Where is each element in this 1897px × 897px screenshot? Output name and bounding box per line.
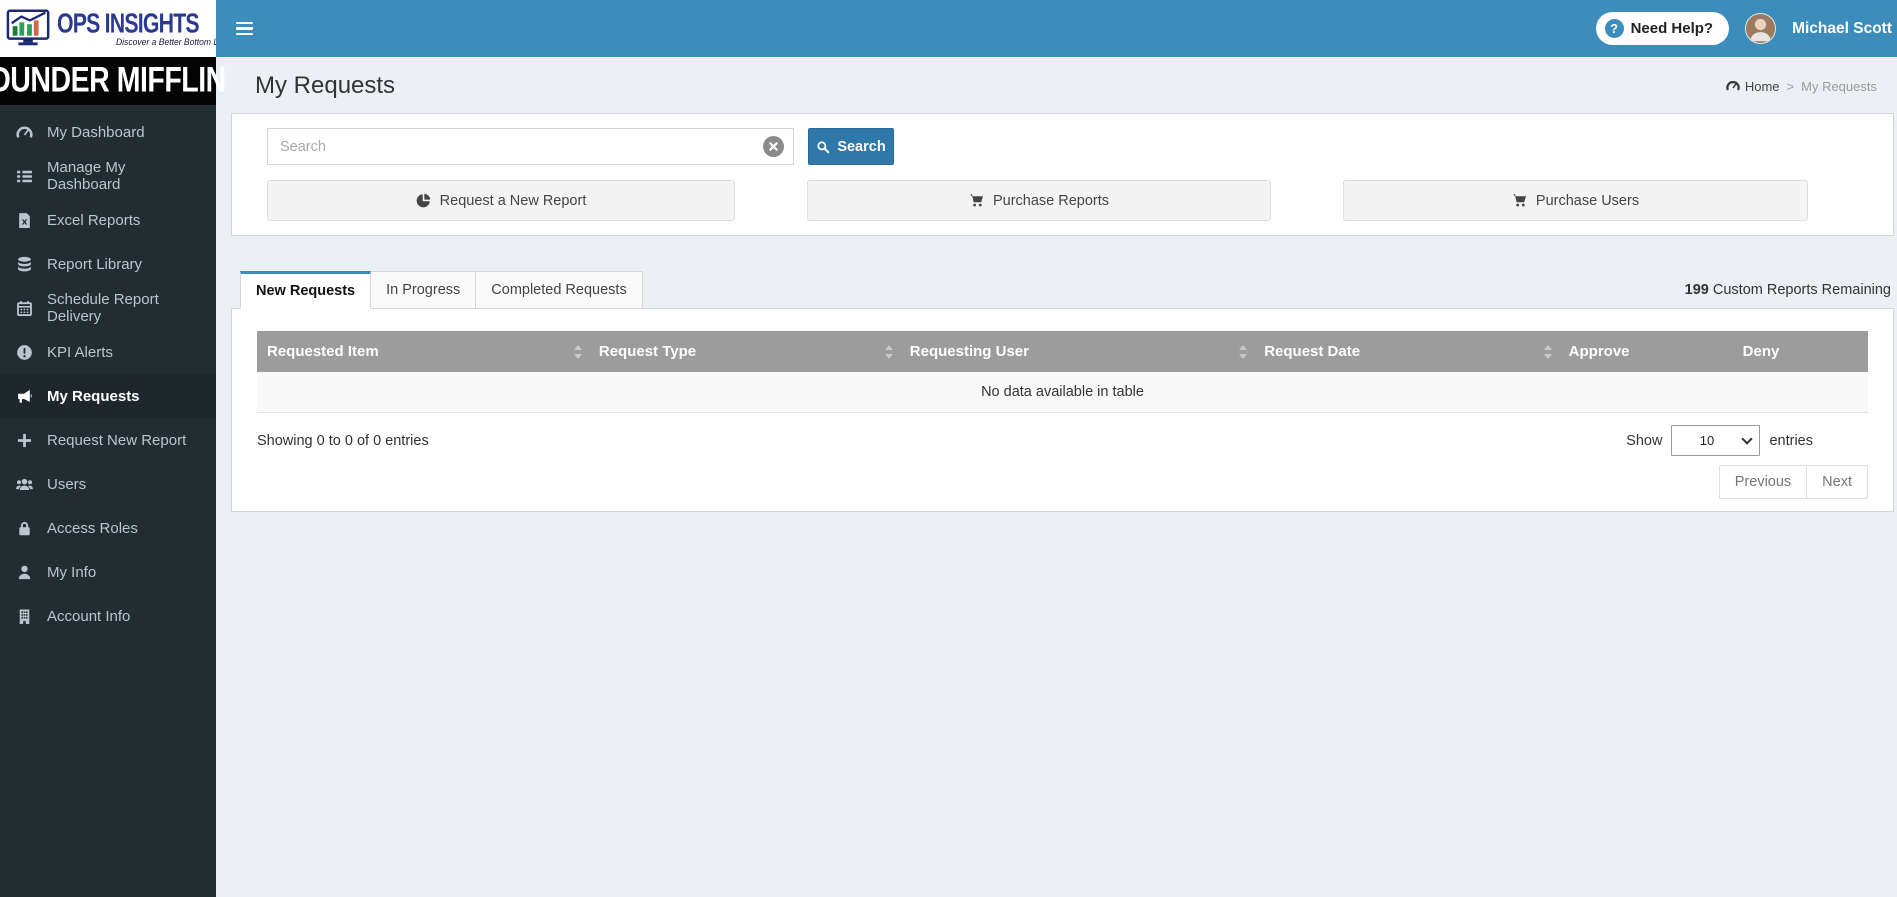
topbar: ? Need Help? Michael Scott <box>216 0 1897 57</box>
chart-monitor-icon <box>6 8 52 50</box>
search-input[interactable] <box>267 128 794 165</box>
bullhorn-icon <box>15 387 33 405</box>
column-header-request-date[interactable]: Request Date <box>1254 331 1559 372</box>
gauge-icon <box>15 123 33 141</box>
table-header-row: Requested Item Request Type Requesting U… <box>257 331 1868 372</box>
sidebar-item-label: Report Library <box>47 255 143 273</box>
user-avatar[interactable] <box>1745 13 1777 44</box>
exclamation-circle-icon <box>15 343 33 361</box>
purchase-users-button[interactable]: Purchase Users <box>1343 180 1808 221</box>
plus-icon <box>15 431 33 449</box>
breadcrumb: Home > My Requests <box>1726 79 1877 94</box>
svg-text:x: x <box>21 217 27 227</box>
logo-tagline: Discover a Better Bottom Line <box>116 37 230 47</box>
empty-table-row: No data available in table <box>257 372 1868 413</box>
requests-tabs: New Requests In Progress Completed Reque… <box>231 271 1894 309</box>
clear-search-icon[interactable] <box>763 136 784 157</box>
search-button[interactable]: Search <box>808 128 894 165</box>
lock-icon <box>15 519 33 537</box>
sidebar-item-label: My Info <box>47 563 97 581</box>
question-circle-icon: ? <box>1604 19 1624 38</box>
sidebar-item-account-info[interactable]: Account Info <box>0 594 216 638</box>
table-info: Showing 0 to 0 of 0 entries <box>257 432 429 449</box>
database-icon <box>15 255 33 273</box>
requests-table-panel: Requested Item Request Type Requesting U… <box>231 308 1894 512</box>
search-panel: Search Request a New Report Purchase Rep… <box>231 113 1894 236</box>
page-length-control: Show 10 entries <box>1626 425 1813 456</box>
user-name[interactable]: Michael Scott <box>1792 20 1892 38</box>
sort-icon <box>1239 344 1248 359</box>
sidebar-item-access-roles[interactable]: Access Roles <box>0 506 216 550</box>
page-title: My Requests <box>255 72 396 99</box>
sidebar-item-label: Account Info <box>47 607 131 625</box>
sidebar-item-label: Excel Reports <box>47 211 141 229</box>
requests-table: Requested Item Request Type Requesting U… <box>257 331 1868 413</box>
pie-chart-icon <box>416 193 431 208</box>
entries-label: entries <box>1769 432 1813 449</box>
app-logo[interactable]: OPS INSIGHTS Discover a Better Bottom Li… <box>0 0 230 57</box>
person-icon <box>15 563 33 581</box>
excel-file-icon: x <box>15 211 33 229</box>
calendar-icon <box>15 299 33 317</box>
main-content: My Requests Home > My Requests Search Se… <box>216 57 1897 897</box>
tab-completed-requests[interactable]: Completed Requests <box>476 271 643 309</box>
sidebar-item-schedule-report-delivery[interactable]: Schedule Report Delivery <box>0 286 216 330</box>
building-icon <box>15 607 33 625</box>
sidebar-item-my-info[interactable]: My Info <box>0 550 216 594</box>
sidebar-item-users[interactable]: Users <box>0 462 216 506</box>
sidebar-item-label: Access Roles <box>47 519 138 537</box>
show-label: Show <box>1626 432 1663 449</box>
breadcrumb-current: My Requests <box>1801 78 1877 94</box>
sidebar-item-label: My Requests <box>47 387 140 405</box>
column-header-approve: Approve <box>1558 331 1733 372</box>
sort-icon <box>1543 344 1553 359</box>
pagination: Previous Next <box>257 465 1868 499</box>
empty-table-message: No data available in table <box>257 372 1868 413</box>
page-length-select[interactable]: 10 <box>1671 425 1761 456</box>
column-header-deny: Deny <box>1732 331 1868 372</box>
gauge-icon <box>1726 79 1740 93</box>
sidebar-item-my-requests[interactable]: My Requests <box>0 374 216 418</box>
company-name-banner: DUNDER MIFFLIN <box>0 57 226 105</box>
column-header-request-type[interactable]: Request Type <box>588 331 900 372</box>
sidebar-item-label: Users <box>47 475 87 493</box>
next-page-button[interactable]: Next <box>1807 465 1868 499</box>
sidebar-item-manage-my-dashboard[interactable]: Manage My Dashboard <box>0 154 216 198</box>
sidebar-item-request-new-report[interactable]: Request New Report <box>0 418 216 462</box>
sidebar-menu: My Dashboard Manage My Dashboard x Excel… <box>0 105 216 638</box>
column-header-requested-item[interactable]: Requested Item <box>257 331 589 372</box>
search-icon <box>816 140 830 154</box>
purchase-reports-button[interactable]: Purchase Reports <box>807 180 1271 221</box>
sidebar-item-label: My Dashboard <box>47 123 145 141</box>
sidebar-item-label: Schedule Report Delivery <box>47 291 159 325</box>
users-icon <box>15 475 33 493</box>
sidebar-item-label: Manage My Dashboard <box>47 159 126 193</box>
tab-new-requests[interactable]: New Requests <box>240 271 372 309</box>
sidebar-item-excel-reports[interactable]: x Excel Reports <box>0 198 216 242</box>
sidebar-toggle-hamburger-icon[interactable] <box>216 0 272 57</box>
sort-icon <box>573 344 583 359</box>
sidebar-item-my-dashboard[interactable]: My Dashboard <box>0 110 216 154</box>
tab-in-progress[interactable]: In Progress <box>371 271 477 309</box>
breadcrumb-separator: > <box>1786 78 1795 94</box>
sidebar-item-label: Request New Report <box>47 431 187 449</box>
sidebar-item-kpi-alerts[interactable]: KPI Alerts <box>0 330 216 374</box>
sort-icon <box>884 344 894 359</box>
sidebar-item-report-library[interactable]: Report Library <box>0 242 216 286</box>
sidebar-item-label: KPI Alerts <box>47 343 113 361</box>
logo-title: OPS INSIGHTS <box>57 7 200 39</box>
breadcrumb-home-link[interactable]: Home <box>1726 79 1780 94</box>
sidebar: OPS INSIGHTS Discover a Better Bottom Li… <box>0 0 230 897</box>
request-new-report-button[interactable]: Request a New Report <box>267 180 735 221</box>
cart-icon <box>969 193 984 208</box>
need-help-button[interactable]: ? Need Help? <box>1595 12 1730 45</box>
cart-icon <box>1512 193 1527 208</box>
custom-reports-remaining: 199 Custom Reports Remaining <box>1684 282 1891 298</box>
column-header-requesting-user[interactable]: Requesting User <box>899 331 1255 372</box>
previous-page-button[interactable]: Previous <box>1718 465 1808 499</box>
list-icon <box>15 167 33 185</box>
